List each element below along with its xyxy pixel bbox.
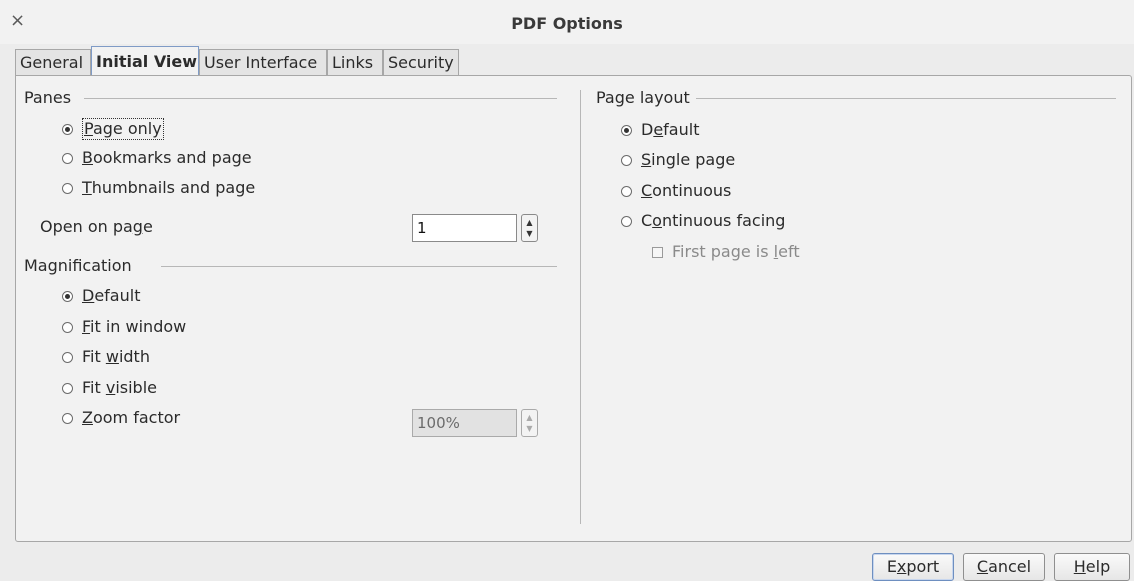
- zoom-factor-input[interactable]: 100%: [412, 409, 517, 437]
- radio-indicator[interactable]: [621, 185, 632, 197]
- radio-fit-width[interactable]: Fit width: [62, 347, 150, 367]
- checkbox-label: First page is left: [672, 242, 800, 261]
- radio-indicator[interactable]: [62, 290, 73, 302]
- radio-continuous[interactable]: Continuous: [621, 181, 731, 201]
- radio-single-page[interactable]: Single page: [621, 150, 735, 170]
- radio-fit-visible[interactable]: Fit visible: [62, 378, 157, 398]
- radio-label: Zoom factor: [82, 408, 181, 427]
- radio-indicator[interactable]: [62, 382, 73, 394]
- radio-label: Page only: [82, 118, 164, 140]
- spin-up-icon[interactable]: ▲: [522, 412, 537, 423]
- radio-continuous-facing[interactable]: Continuous facing: [621, 211, 785, 231]
- page-layout-heading: Page layout: [596, 88, 690, 107]
- radio-indicator[interactable]: [62, 182, 73, 194]
- spin-up-icon[interactable]: ▲: [522, 217, 537, 228]
- tab-general[interactable]: General: [15, 49, 91, 75]
- cancel-button[interactable]: Cancel: [963, 553, 1045, 581]
- radio-indicator[interactable]: [62, 351, 73, 363]
- radio-indicator[interactable]: [621, 124, 632, 136]
- open-on-page-spinner[interactable]: ▲ ▼: [521, 214, 538, 242]
- magnification-heading: Magnification: [24, 256, 132, 275]
- radio-bookmarks-and-page[interactable]: Bookmarks and page: [62, 148, 252, 168]
- dialog-title: PDF Options: [511, 14, 623, 33]
- zoom-factor-spinner[interactable]: ▲ ▼: [521, 409, 538, 437]
- radio-page-only[interactable]: Page only: [62, 118, 164, 140]
- radio-indicator[interactable]: [62, 321, 73, 333]
- radio-indicator[interactable]: [621, 215, 632, 227]
- initial-view-panel: Panes Page only Bookmarks and page Thumb…: [15, 75, 1132, 542]
- help-button[interactable]: Help: [1054, 553, 1130, 581]
- radio-layout-default[interactable]: Default: [621, 120, 699, 140]
- magnification-separator: [161, 266, 557, 267]
- panes-heading: Panes: [24, 88, 72, 107]
- open-on-page-label: Open on pa g e: [40, 217, 153, 236]
- radio-label: Thumbnails and page: [82, 178, 256, 197]
- tab-user-interface[interactable]: User Interface: [199, 49, 327, 75]
- checkbox-first-page-is-left[interactable]: First page is left: [652, 242, 800, 262]
- tab-initial-view[interactable]: Initial View: [91, 46, 199, 76]
- export-button[interactable]: Export: [872, 553, 954, 581]
- column-divider: [580, 90, 581, 524]
- radio-indicator[interactable]: [62, 123, 73, 135]
- radio-label: Default: [82, 286, 141, 305]
- spin-down-icon[interactable]: ▼: [522, 423, 537, 434]
- radio-indicator[interactable]: [62, 152, 73, 164]
- radio-label: Single page: [641, 150, 736, 169]
- page-layout-separator: [696, 98, 1116, 99]
- panes-separator: [84, 98, 557, 99]
- tab-links[interactable]: Links: [327, 49, 383, 75]
- title-bar: × PDF Options: [0, 0, 1134, 44]
- radio-label: Fit in window: [82, 317, 187, 336]
- spin-down-icon[interactable]: ▼: [522, 228, 537, 239]
- radio-label: Fit width: [82, 347, 150, 366]
- radio-zoom-factor[interactable]: Zoom factor: [62, 408, 180, 428]
- radio-indicator[interactable]: [62, 412, 73, 424]
- radio-label: Continuous facing: [641, 211, 786, 230]
- radio-fit-in-window[interactable]: Fit in window: [62, 317, 186, 337]
- checkbox-indicator[interactable]: [652, 246, 663, 258]
- radio-label: Continuous: [641, 181, 732, 200]
- radio-label: Fit visible: [82, 378, 157, 397]
- radio-indicator[interactable]: [621, 154, 632, 166]
- open-on-page-input[interactable]: 1: [412, 214, 517, 242]
- radio-label: Bookmarks and page: [82, 148, 252, 167]
- radio-label: Default: [641, 120, 700, 139]
- tab-security[interactable]: Security: [383, 49, 459, 75]
- radio-zoom-default[interactable]: Default: [62, 286, 140, 306]
- radio-thumbnails-and-page[interactable]: Thumbnails and page: [62, 178, 255, 198]
